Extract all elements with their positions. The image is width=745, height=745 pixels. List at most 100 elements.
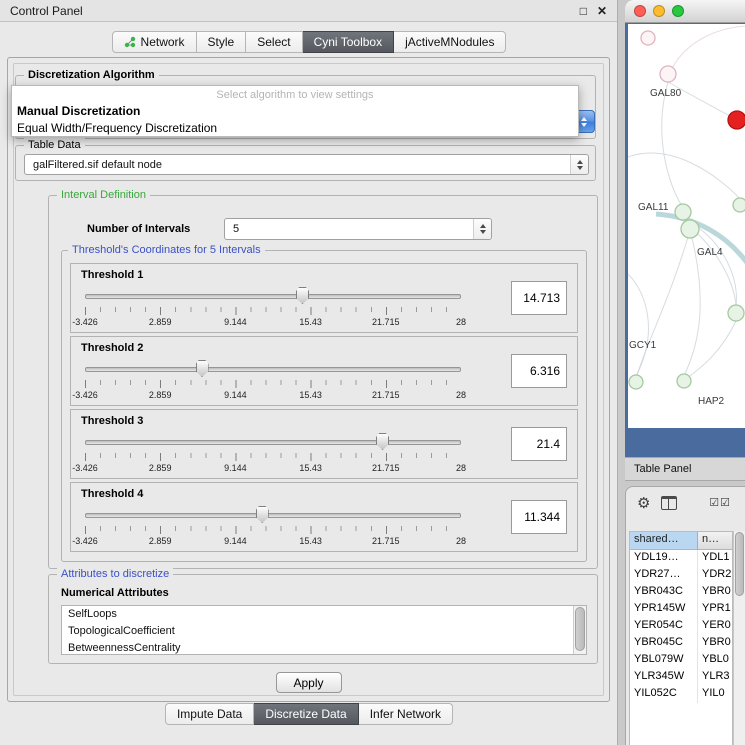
- thresholds-group-title: Threshold's Coordinates for 5 Intervals: [68, 243, 265, 257]
- table-scrollbar[interactable]: [733, 531, 745, 745]
- column-header-1[interactable]: n…: [698, 532, 732, 550]
- table-row[interactable]: YIL052CYIL0: [630, 686, 732, 703]
- cell-name: YBR0: [698, 584, 732, 601]
- columns-icon[interactable]: [661, 496, 677, 510]
- scale-label: 2.859: [149, 463, 172, 473]
- table-row[interactable]: YBR043CYBR0: [630, 584, 732, 601]
- slider-track[interactable]: [85, 294, 461, 299]
- list-item[interactable]: BetweennessCentrality: [62, 640, 586, 655]
- zoom-light[interactable]: [672, 5, 684, 17]
- cell-shared-name: YBR043C: [630, 584, 698, 601]
- tab-style[interactable]: Style: [197, 31, 247, 53]
- network-node[interactable]: [629, 375, 643, 389]
- table-panel-bar: Table Panel: [625, 457, 745, 481]
- table-row[interactable]: YBR045CYBR0: [630, 635, 732, 652]
- network-edge: [690, 321, 736, 376]
- cell-name: YDR2: [698, 567, 732, 584]
- network-node[interactable]: [675, 204, 691, 220]
- slider-thumb[interactable]: [376, 433, 389, 450]
- gear-icon[interactable]: ⚙: [637, 496, 650, 511]
- table-row[interactable]: YLR345WYLR3: [630, 669, 732, 686]
- slider-track[interactable]: [85, 513, 461, 518]
- dropdown-option-equal-width-frequency[interactable]: Equal Width/Frequency Discretization: [12, 120, 578, 137]
- threshold-panel-4: Threshold 4-3.4262.8599.14415.4321.71528…: [70, 482, 578, 552]
- tab-jactivemnodules[interactable]: jActiveMNodules: [394, 31, 506, 53]
- table-row[interactable]: YBL079WYBL0: [630, 652, 732, 669]
- threshold-value-field[interactable]: 6.316: [511, 354, 567, 388]
- minimize-light[interactable]: [653, 5, 665, 17]
- tab-label: Style: [208, 35, 235, 49]
- apply-button[interactable]: Apply: [276, 672, 342, 693]
- list-item[interactable]: SelfLoops: [62, 606, 586, 623]
- cell-name: YLR3: [698, 669, 732, 686]
- slider-thumb[interactable]: [196, 360, 209, 377]
- slider-scale-labels: -3.4262.8599.14415.4321.71528: [85, 463, 461, 474]
- number-of-intervals-value: 5: [233, 223, 239, 235]
- threshold-slider[interactable]: -3.4262.8599.14415.4321.71528: [85, 505, 461, 549]
- cell-shared-name: YBL079W: [630, 652, 698, 669]
- scale-label: 9.144: [224, 536, 247, 546]
- tab-cyni-toolbox[interactable]: Cyni Toolbox: [303, 31, 394, 53]
- close-icon[interactable]: ✕: [597, 5, 607, 17]
- attributes-list-scrollbar[interactable]: [573, 606, 586, 654]
- slider-track[interactable]: [85, 367, 461, 372]
- threshold-value-field[interactable]: 11.344: [511, 500, 567, 534]
- network-node[interactable]: [660, 66, 676, 82]
- combo-stepper-icon[interactable]: [473, 219, 491, 239]
- tab-label: Select: [257, 35, 290, 49]
- scale-label: 28: [456, 463, 466, 473]
- threshold-label: Threshold 1: [81, 269, 143, 281]
- tab-discretize-data[interactable]: Discretize Data: [254, 703, 358, 725]
- threshold-slider[interactable]: -3.4262.8599.14415.4321.71528: [85, 359, 461, 403]
- tab-label: Infer Network: [370, 707, 441, 721]
- scrollbar-thumb[interactable]: [735, 532, 744, 596]
- tab-network[interactable]: Network: [112, 31, 197, 53]
- arrow-down-icon: [480, 230, 486, 234]
- table-row[interactable]: YDR27…YDR2: [630, 567, 732, 584]
- table-row[interactable]: YPR145WYPR1: [630, 601, 732, 618]
- arrow-up-icon: [480, 224, 486, 228]
- table-data-group-title: Table Data: [24, 138, 85, 152]
- table-panel-title: Table Panel: [634, 463, 692, 475]
- network-node[interactable]: [733, 198, 745, 212]
- threshold-slider[interactable]: -3.4262.8599.14415.4321.71528: [85, 286, 461, 330]
- checkbox-icons[interactable]: ☑☑: [709, 496, 731, 509]
- network-node[interactable]: [641, 31, 655, 45]
- table-data-combobox[interactable]: galFiltered.sif default node: [24, 154, 589, 175]
- number-of-intervals-combobox[interactable]: 5: [224, 218, 492, 240]
- list-item[interactable]: TopologicalCoefficient: [62, 623, 586, 640]
- tab-select[interactable]: Select: [246, 31, 302, 53]
- cell-shared-name: YBR045C: [630, 635, 698, 652]
- scale-label: 21.715: [372, 463, 400, 473]
- threshold-value-field[interactable]: 14.713: [511, 281, 567, 315]
- network-node[interactable]: [728, 111, 745, 129]
- slider-thumb[interactable]: [296, 287, 309, 304]
- threshold-value-field[interactable]: 21.4: [511, 427, 567, 461]
- slider-track[interactable]: [85, 440, 461, 445]
- slider-ticks-major: [85, 526, 461, 534]
- slider-thumb[interactable]: [256, 506, 269, 523]
- network-node[interactable]: [681, 220, 699, 238]
- network-tab-icon: [124, 36, 136, 48]
- tab-infer-network[interactable]: Infer Network: [359, 703, 453, 725]
- node-label: HAP2: [698, 396, 725, 407]
- minimize-icon[interactable]: □: [580, 5, 587, 17]
- scale-label: 21.715: [372, 536, 400, 546]
- interval-definition-group: Interval Definition Number of Intervals …: [48, 195, 598, 569]
- attributes-list[interactable]: SelfLoopsTopologicalCoefficientBetweenne…: [61, 605, 587, 655]
- network-canvas[interactable]: GAL80GAL11GAL4GCY1HAP2: [628, 24, 745, 428]
- network-node[interactable]: [728, 305, 744, 321]
- combo-stepper-icon[interactable]: [570, 155, 588, 174]
- tab-impute-data[interactable]: Impute Data: [165, 703, 254, 725]
- table-row[interactable]: YDL19…YDL1: [630, 550, 732, 567]
- close-light[interactable]: [634, 5, 646, 17]
- scrollbar-thumb[interactable]: [575, 607, 585, 651]
- network-node[interactable]: [677, 374, 691, 388]
- tab-label: jActiveMNodules: [405, 35, 494, 49]
- threshold-slider[interactable]: -3.4262.8599.14415.4321.71528: [85, 432, 461, 476]
- network-edge: [672, 26, 745, 68]
- node-label: GAL80: [650, 88, 682, 99]
- dropdown-option-manual-discretization[interactable]: Manual Discretization: [12, 103, 578, 120]
- column-header-0[interactable]: shared…: [630, 532, 698, 550]
- table-row[interactable]: YER054CYER0: [630, 618, 732, 635]
